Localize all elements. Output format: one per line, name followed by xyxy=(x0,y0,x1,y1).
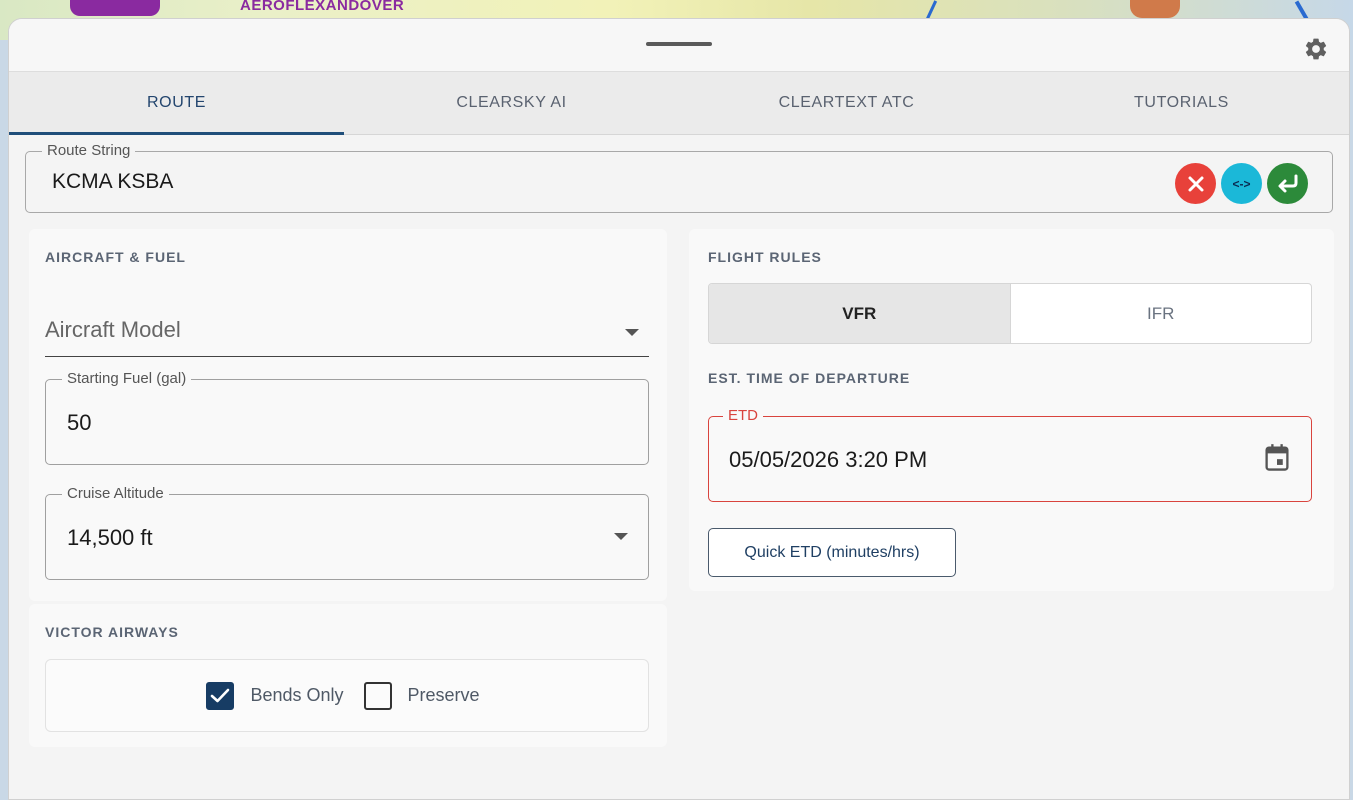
map-airport-label: AEROFLEXANDOVER xyxy=(240,0,405,14)
gear-icon[interactable] xyxy=(1303,36,1329,62)
tab-cleartext-atc[interactable]: CLEARTEXT ATC xyxy=(679,72,1014,134)
cruise-altitude-value: 14,500 ft xyxy=(67,525,153,550)
victor-airways-title: VICTOR AIRWAYS xyxy=(45,624,179,640)
victor-airways-card: VICTOR AIRWAYS Bends Only Preserve xyxy=(29,604,667,747)
route-string-label: Route String xyxy=(42,142,136,159)
preserve-label: Preserve xyxy=(407,685,480,705)
bends-only-label: Bends Only xyxy=(250,685,344,705)
dropdown-caret-icon xyxy=(625,329,639,336)
vfr-toggle[interactable]: VFR xyxy=(709,284,1010,343)
tab-route[interactable]: ROUTE xyxy=(9,72,344,135)
close-icon xyxy=(1188,176,1203,191)
preserve-option[interactable]: Preserve xyxy=(363,681,480,710)
map-route-line xyxy=(925,0,938,20)
tab-clearsky-ai[interactable]: CLEARSKY AI xyxy=(344,72,679,134)
flight-rules-title: FLIGHT RULES xyxy=(708,249,822,265)
cruise-altitude-label: Cruise Altitude xyxy=(62,485,169,502)
route-actions: <-> xyxy=(1175,163,1308,204)
calendar-icon[interactable] xyxy=(1263,443,1291,473)
flight-rules-toggle: VFR IFR xyxy=(708,283,1312,344)
clear-route-button[interactable] xyxy=(1175,163,1216,204)
bends-only-option[interactable]: Bends Only xyxy=(206,681,344,710)
flight-planner-panel: ROUTE CLEARSKY AI CLEARTEXT ATC TUTORIAL… xyxy=(8,18,1350,800)
drag-handle[interactable] xyxy=(646,42,712,46)
etd-label: ETD xyxy=(723,407,763,424)
flight-rules-card: FLIGHT RULES VFR IFR EST. TIME OF DEPART… xyxy=(689,229,1334,591)
enter-arrow-icon xyxy=(1278,174,1297,192)
panel-header xyxy=(9,19,1349,72)
etd-value[interactable]: 05/05/2026 3:20 PM xyxy=(729,447,927,473)
aircraft-fuel-card: AIRCRAFT & FUEL Aircraft Model Starting … xyxy=(29,229,667,601)
departure-time-title: EST. TIME OF DEPARTURE xyxy=(708,370,911,386)
starting-fuel-field[interactable]: Starting Fuel (gal) 50 xyxy=(45,370,649,465)
ifr-toggle[interactable]: IFR xyxy=(1009,284,1312,343)
tab-tutorials[interactable]: TUTORIALS xyxy=(1014,72,1349,134)
aircraft-model-placeholder: Aircraft Model xyxy=(45,317,181,342)
route-string-field[interactable]: Route String KCMA KSBA <-> xyxy=(25,142,1333,213)
bends-only-checkbox[interactable] xyxy=(206,681,235,710)
tab-bar: ROUTE CLEARSKY AI CLEARTEXT ATC TUTORIAL… xyxy=(9,72,1349,135)
etd-field[interactable]: ETD 05/05/2026 3:20 PM xyxy=(708,407,1312,502)
checkmark-icon xyxy=(211,688,230,702)
aircraft-fuel-title: AIRCRAFT & FUEL xyxy=(45,249,186,265)
submit-route-button[interactable] xyxy=(1267,163,1308,204)
route-string-value[interactable]: KCMA KSBA xyxy=(52,170,173,194)
quick-etd-button[interactable]: Quick ETD (minutes/hrs) xyxy=(708,528,956,577)
reverse-route-button[interactable]: <-> xyxy=(1221,163,1262,204)
map-airspace-shape xyxy=(70,0,160,16)
aircraft-model-select[interactable]: Aircraft Model xyxy=(45,313,649,357)
victor-options: Bends Only Preserve xyxy=(45,659,649,732)
preserve-checkbox[interactable] xyxy=(363,681,392,710)
cruise-altitude-select[interactable]: Cruise Altitude 14,500 ft xyxy=(45,485,649,580)
starting-fuel-label: Starting Fuel (gal) xyxy=(62,370,192,387)
starting-fuel-value[interactable]: 50 xyxy=(67,410,91,436)
map-terrain-shape xyxy=(1130,0,1180,18)
dropdown-caret-icon xyxy=(614,533,628,540)
